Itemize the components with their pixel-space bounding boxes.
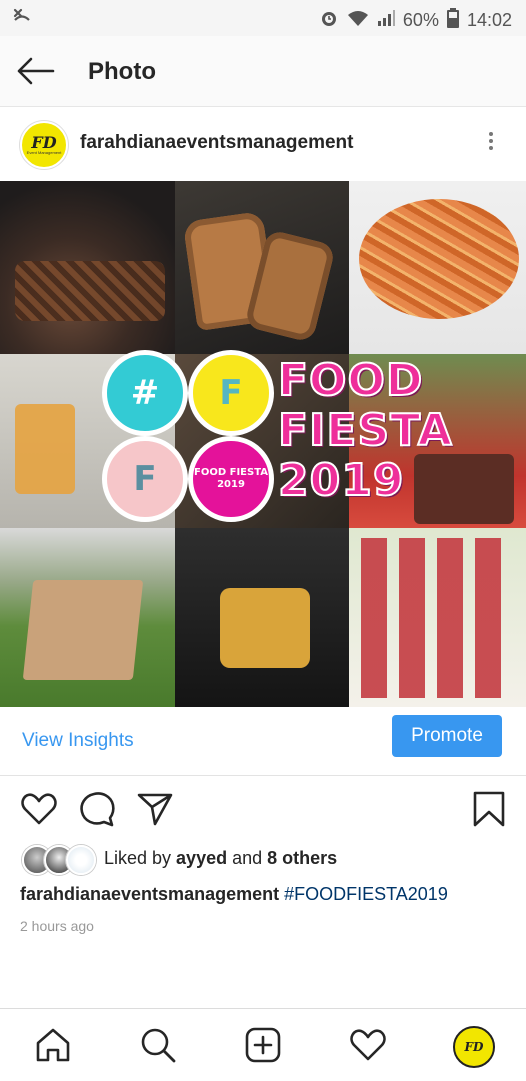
status-bar: 60% 14:02	[0, 0, 526, 36]
clock-time: 14:02	[466, 10, 512, 30]
likes-others[interactable]: 8 others	[267, 848, 337, 868]
avatar-logo-text: FD	[31, 133, 57, 152]
notification-icon	[12, 7, 32, 30]
post-timestamp: 2 hours ago	[20, 918, 94, 934]
likes-text: Liked by ayyed and 8 others	[104, 848, 338, 868]
alarm-icon	[319, 8, 339, 33]
likes-username[interactable]: ayyed	[176, 848, 227, 868]
post-image[interactable]	[0, 181, 526, 707]
app-bar: Photo	[0, 36, 526, 107]
post-caption: farahdianaeventsmanagement #FOODFIESTA20…	[20, 884, 448, 905]
profile-avatar[interactable]: FD	[453, 1026, 495, 1068]
avatar[interactable]: FD Event Management	[20, 121, 68, 169]
collage-bread-photo	[175, 181, 349, 354]
liker-avatar	[66, 845, 96, 875]
bookmark-icon[interactable]	[470, 790, 508, 828]
likes-summary[interactable]: Liked by ayyed and 8 others	[20, 845, 500, 875]
collage-cheese-photo	[175, 528, 349, 707]
caption-username[interactable]: farahdianaeventsmanagement	[20, 884, 279, 904]
profile-avatar-text: FD	[464, 1040, 484, 1054]
collage-center-photo	[175, 354, 349, 528]
post-actions	[0, 776, 526, 840]
battery-icon	[446, 8, 459, 33]
battery-percent: 60%	[402, 10, 439, 30]
insights-row: View Insights Promote	[0, 707, 526, 776]
collage-bottles-photo	[349, 528, 526, 707]
share-icon[interactable]	[136, 790, 174, 828]
comment-icon[interactable]	[78, 790, 116, 828]
view-insights-link[interactable]: View Insights	[22, 730, 134, 752]
collage-takeaway-photo	[0, 528, 175, 707]
caption-hashtag[interactable]: #FOODFIESTA2019	[284, 884, 448, 904]
heart-icon[interactable]	[20, 790, 58, 828]
bottom-navigation: FD	[0, 1008, 526, 1081]
new-post-icon[interactable]	[243, 1025, 283, 1065]
search-icon[interactable]	[138, 1025, 178, 1065]
collage-drink-photo	[0, 354, 175, 528]
promote-button[interactable]: Promote	[392, 715, 502, 757]
back-arrow-icon[interactable]	[16, 54, 56, 88]
activity-heart-icon[interactable]	[348, 1025, 388, 1065]
signal-icon	[377, 9, 395, 32]
post-header: FD Event Management farahdianaevents­man…	[0, 107, 526, 181]
page-title: Photo	[88, 58, 156, 85]
collage-dessert-photo	[349, 354, 526, 528]
post-username[interactable]: farahdianaevents­management	[80, 132, 354, 154]
avatar-logo-subtext: Event Management	[26, 150, 62, 155]
wifi-icon	[347, 9, 369, 32]
home-icon[interactable]	[33, 1025, 73, 1065]
more-options-icon[interactable]	[484, 129, 498, 159]
collage-bbq-photo	[0, 181, 175, 354]
collage-noodles-photo	[349, 181, 526, 354]
